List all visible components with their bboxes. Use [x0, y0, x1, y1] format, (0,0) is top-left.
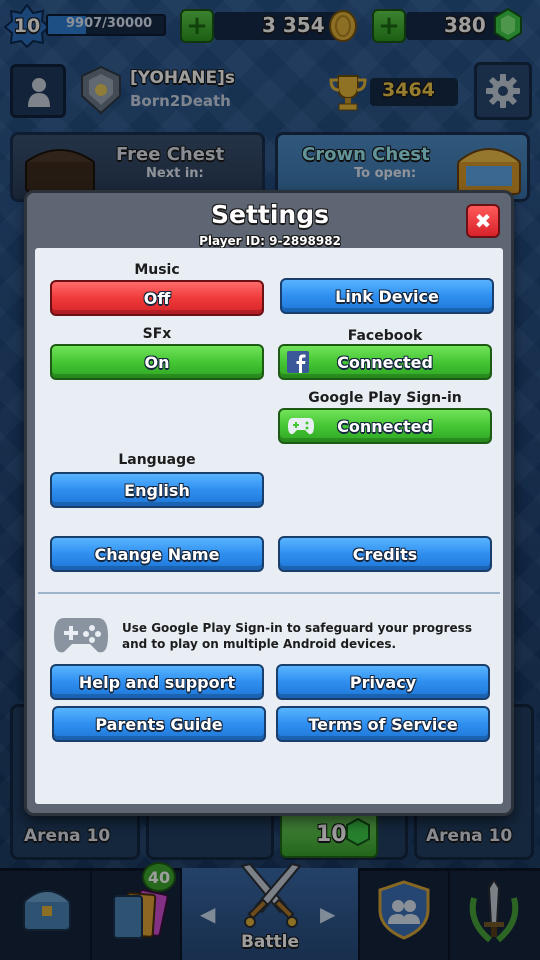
close-x-icon: ✖	[474, 209, 492, 233]
google-play-info-text: Use Google Play Sign-in to safeguard you…	[122, 621, 472, 651]
change-name-button[interactable]: Change Name	[50, 536, 264, 572]
gamepad-icon	[54, 618, 108, 653]
language-button[interactable]: English	[50, 472, 264, 508]
music-toggle-button[interactable]: Off	[50, 280, 264, 316]
divider	[38, 592, 500, 594]
facebook-icon	[286, 350, 310, 374]
google-play-label: Google Play Sign-in	[308, 390, 462, 406]
sfx-toggle-button[interactable]: On	[50, 344, 264, 380]
google-play-connect-button[interactable]: Connected	[278, 408, 492, 444]
facebook-connect-label: Connected	[337, 352, 433, 372]
modal-title: Settings	[210, 200, 329, 229]
player-id: Player ID: 9-2898982	[199, 234, 341, 248]
credits-button[interactable]: Credits	[278, 536, 492, 572]
terms-of-service-button[interactable]: Terms of Service	[276, 706, 490, 742]
link-device-button[interactable]: Link Device	[280, 278, 494, 314]
language-label: Language	[118, 452, 196, 468]
facebook-connect-button[interactable]: Connected	[278, 344, 492, 380]
music-label: Music	[134, 262, 180, 278]
parents-guide-button[interactable]: Parents Guide	[52, 706, 266, 742]
close-button[interactable]: ✖	[466, 204, 500, 238]
privacy-button[interactable]: Privacy	[276, 664, 490, 700]
gamepad-icon	[286, 414, 316, 438]
sfx-label: SFx	[142, 326, 172, 342]
google-play-connect-label: Connected	[337, 416, 433, 436]
facebook-label: Facebook	[347, 328, 423, 344]
help-support-button[interactable]: Help and support	[50, 664, 264, 700]
